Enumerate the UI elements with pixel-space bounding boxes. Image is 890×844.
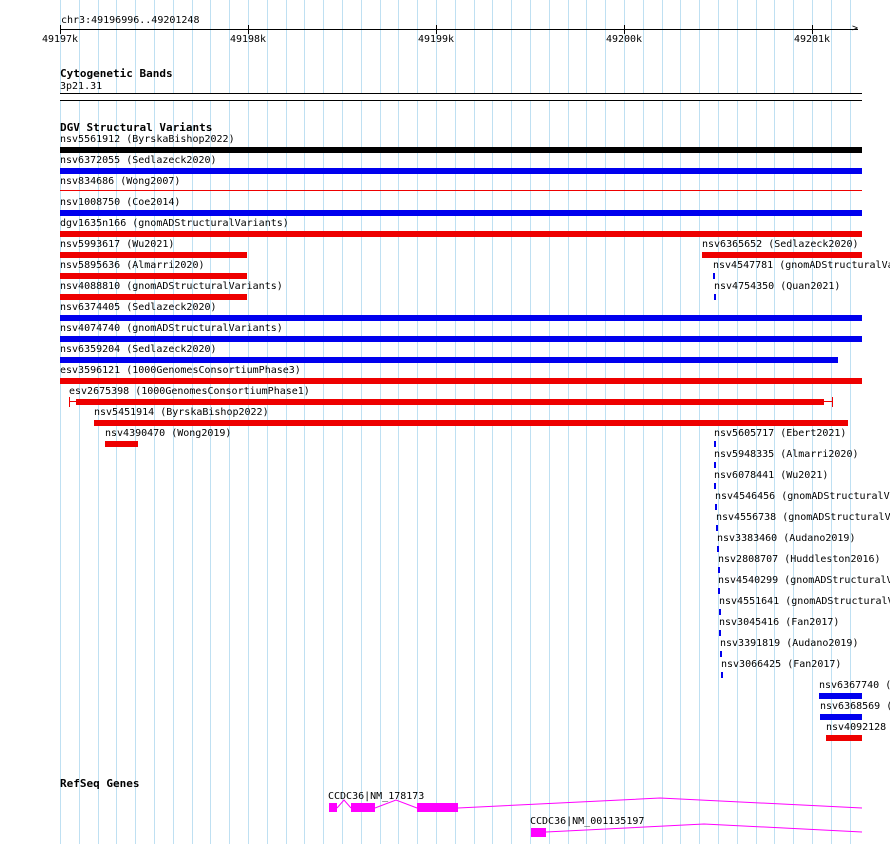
gene-model-nm-001135197[interactable] <box>0 0 890 844</box>
genome-browser-view: chr3:49196996..49201248 > 49197k 49198k 49… <box>0 0 890 844</box>
